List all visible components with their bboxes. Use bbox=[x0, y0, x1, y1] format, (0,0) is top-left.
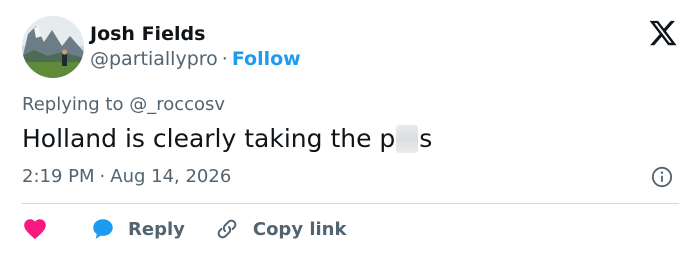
author-handle-row: @partiallypro · Follow bbox=[90, 47, 301, 71]
tweet-date: Aug 14, 2026 bbox=[110, 166, 232, 187]
timestamp-separator: · bbox=[99, 166, 106, 187]
tweet-timestamp[interactable]: 2:19 PM · Aug 14, 2026 bbox=[22, 165, 231, 189]
action-bar: Reply Copy link bbox=[22, 215, 346, 243]
x-logo-icon[interactable] bbox=[648, 18, 678, 48]
follow-button[interactable]: Follow bbox=[232, 48, 301, 70]
reply-label: Reply bbox=[128, 218, 185, 240]
replying-prefix: Replying to bbox=[22, 94, 124, 115]
link-icon bbox=[217, 219, 237, 239]
copy-link-label: Copy link bbox=[252, 218, 347, 240]
tweet-text: Holland is clearly taking the p s bbox=[22, 122, 432, 156]
author-handle[interactable]: @partiallypro bbox=[90, 48, 218, 70]
author-name[interactable]: Josh Fields bbox=[90, 22, 205, 46]
info-icon[interactable] bbox=[651, 166, 673, 188]
censored-blur bbox=[396, 125, 419, 153]
divider bbox=[22, 203, 679, 204]
tweet-time: 2:19 PM bbox=[22, 166, 95, 187]
avatar[interactable] bbox=[22, 16, 84, 78]
reply-bubble-icon bbox=[93, 219, 113, 239]
handle-separator: · bbox=[221, 48, 228, 70]
replying-to: Replying to @_roccosv bbox=[22, 93, 225, 117]
tweet-text-after: s bbox=[419, 124, 433, 153]
tweet-text-before: Holland is clearly taking the p bbox=[22, 124, 396, 153]
replying-target-link[interactable]: @_roccosv bbox=[129, 94, 225, 115]
copy-link-button[interactable]: Copy link bbox=[215, 217, 347, 241]
heart-icon[interactable] bbox=[22, 216, 48, 242]
avatar-image bbox=[22, 16, 84, 78]
reply-button[interactable]: Reply bbox=[90, 216, 185, 242]
